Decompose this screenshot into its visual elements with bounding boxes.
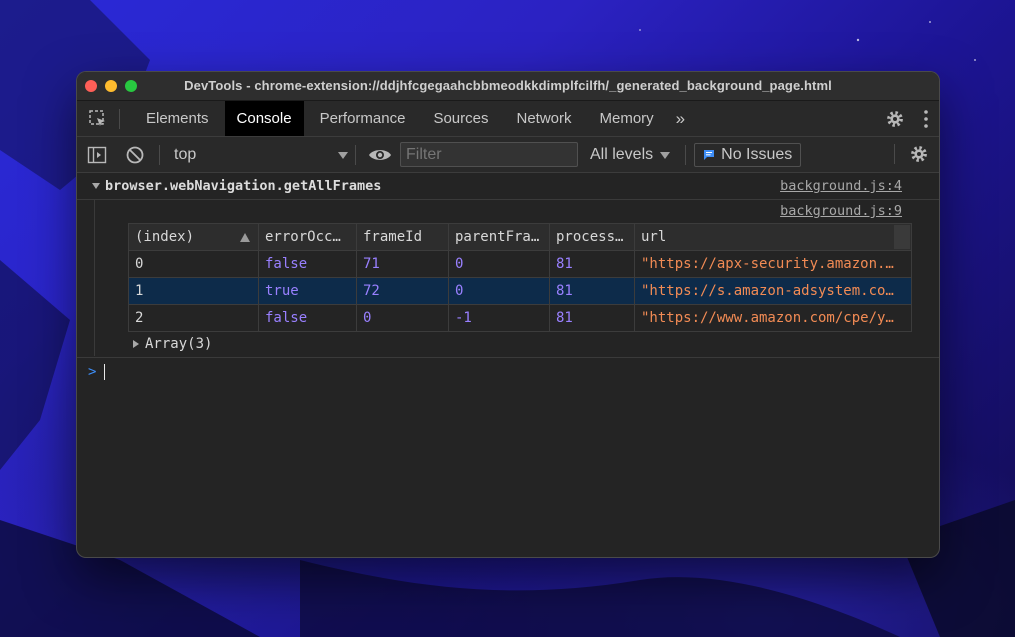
log-levels-dropdown[interactable]: All levels [590,146,671,164]
cell-url: "https://apx-security.amazon.… [634,250,912,278]
prompt-chevron-icon: > [88,364,97,380]
issues-counter-button[interactable]: No Issues [694,142,802,167]
sidebar-toggle-icon [87,146,107,163]
table-source-row: background.js:9 [95,200,939,223]
window-title: DevTools - chrome-extension://ddjhfcgega… [184,78,832,93]
cell-index: 1 [128,277,259,305]
column-header-index[interactable]: (index) [128,223,259,251]
chevron-down-icon [338,151,348,159]
cell-process-id: 81 [549,277,635,305]
toolbar-divider [119,108,120,129]
inspect-icon [89,109,105,126]
issue-message-icon [704,149,715,160]
inspect-element-button[interactable] [77,101,119,136]
column-header-url[interactable]: url [634,223,912,251]
live-expression-button[interactable] [368,143,392,167]
tab-performance[interactable]: Performance [308,101,418,136]
group-label: browser.webNavigation.getAllFrames [105,178,382,194]
console-group-header[interactable]: browser.webNavigation.getAllFrames backg… [77,173,939,200]
table-scrollbar[interactable] [894,225,910,249]
array-label: Array(3) [145,336,213,352]
column-header-parent-frame-id[interactable]: parentFra… [448,223,550,251]
source-link[interactable]: background.js:4 [780,178,902,194]
cell-index: 2 [128,304,259,332]
toolbar-divider [685,144,687,165]
gear-icon[interactable] [885,109,905,129]
tab-console[interactable]: Console [224,101,304,136]
title-bar: DevTools - chrome-extension://ddjhfcgega… [77,72,939,101]
cell-frame-id: 71 [356,250,449,278]
toolbar-divider [894,144,895,164]
cell-error-occurred: false [258,250,357,278]
console-toolbar: top All levels [77,137,939,173]
table-row[interactable]: 2 false 0 -1 81 "https://www.amazon.com/… [128,304,912,332]
devtools-window: DevTools - chrome-extension://ddjhfcgega… [77,72,939,557]
devtools-tab-bar: Elements Console Performance Sources Net… [77,101,939,137]
cell-parent-frame-id: 0 [448,250,550,278]
cell-index: 0 [128,250,259,278]
eye-icon [369,149,391,160]
cell-error-occurred: true [258,277,357,305]
clear-console-icon [126,146,144,163]
column-header-frame-id[interactable]: frameId [356,223,449,251]
context-value: top [174,145,197,163]
console-output: browser.webNavigation.getAllFrames backg… [77,173,939,386]
cell-process-id: 81 [549,304,635,332]
cell-frame-id: 0 [356,304,449,332]
cell-url: "https://s.amazon-adsystem.co… [634,277,912,305]
array-expander[interactable]: Array(3) [131,332,939,356]
text-caret [104,364,106,380]
log-levels-label: All levels [590,145,654,163]
console-table: (index) errorOcc… frameId parentFra… pro… [128,223,912,332]
cell-error-occurred: false [258,304,357,332]
triangle-expand-icon [133,340,139,348]
table-header-row: (index) errorOcc… frameId parentFra… pro… [128,223,912,251]
triangle-collapse-icon[interactable] [91,181,101,191]
cell-url: "https://www.amazon.com/cpe/y… [634,304,912,332]
javascript-context-select[interactable]: top [170,142,355,168]
show-sidebar-button[interactable] [85,143,109,167]
cell-process-id: 81 [549,250,635,278]
cell-parent-frame-id: 0 [448,277,550,305]
source-link[interactable]: background.js:9 [780,203,902,219]
tab-sources[interactable]: Sources [421,101,500,136]
filter-input[interactable] [400,142,578,167]
cell-frame-id: 72 [356,277,449,305]
table-row[interactable]: 0 false 71 0 81 "https://apx-security.am… [128,250,912,278]
tab-memory[interactable]: Memory [588,101,666,136]
tab-network[interactable]: Network [504,101,583,136]
gear-icon [911,146,927,162]
cell-parent-frame-id: -1 [448,304,550,332]
toolbar-divider [355,144,356,165]
tab-elements[interactable]: Elements [134,101,221,136]
column-header-process-id[interactable]: process… [549,223,635,251]
table-row[interactable]: 1 true 72 0 81 "https://s.amazon-adsyste… [128,277,912,305]
toolbar-divider [159,144,160,165]
sort-ascending-icon [240,233,250,242]
clear-console-button[interactable] [123,143,147,167]
more-tabs-button[interactable]: » [676,109,685,129]
column-header-error-occurred[interactable]: errorOcc… [258,223,357,251]
chevron-down-icon [660,151,671,159]
kebab-menu-icon[interactable] [923,109,929,129]
issues-label: No Issues [721,145,793,163]
group-body: background.js:9 (index) errorOcc… frameI… [94,200,939,356]
console-settings-button[interactable] [909,144,929,169]
console-prompt[interactable]: > [77,357,939,386]
